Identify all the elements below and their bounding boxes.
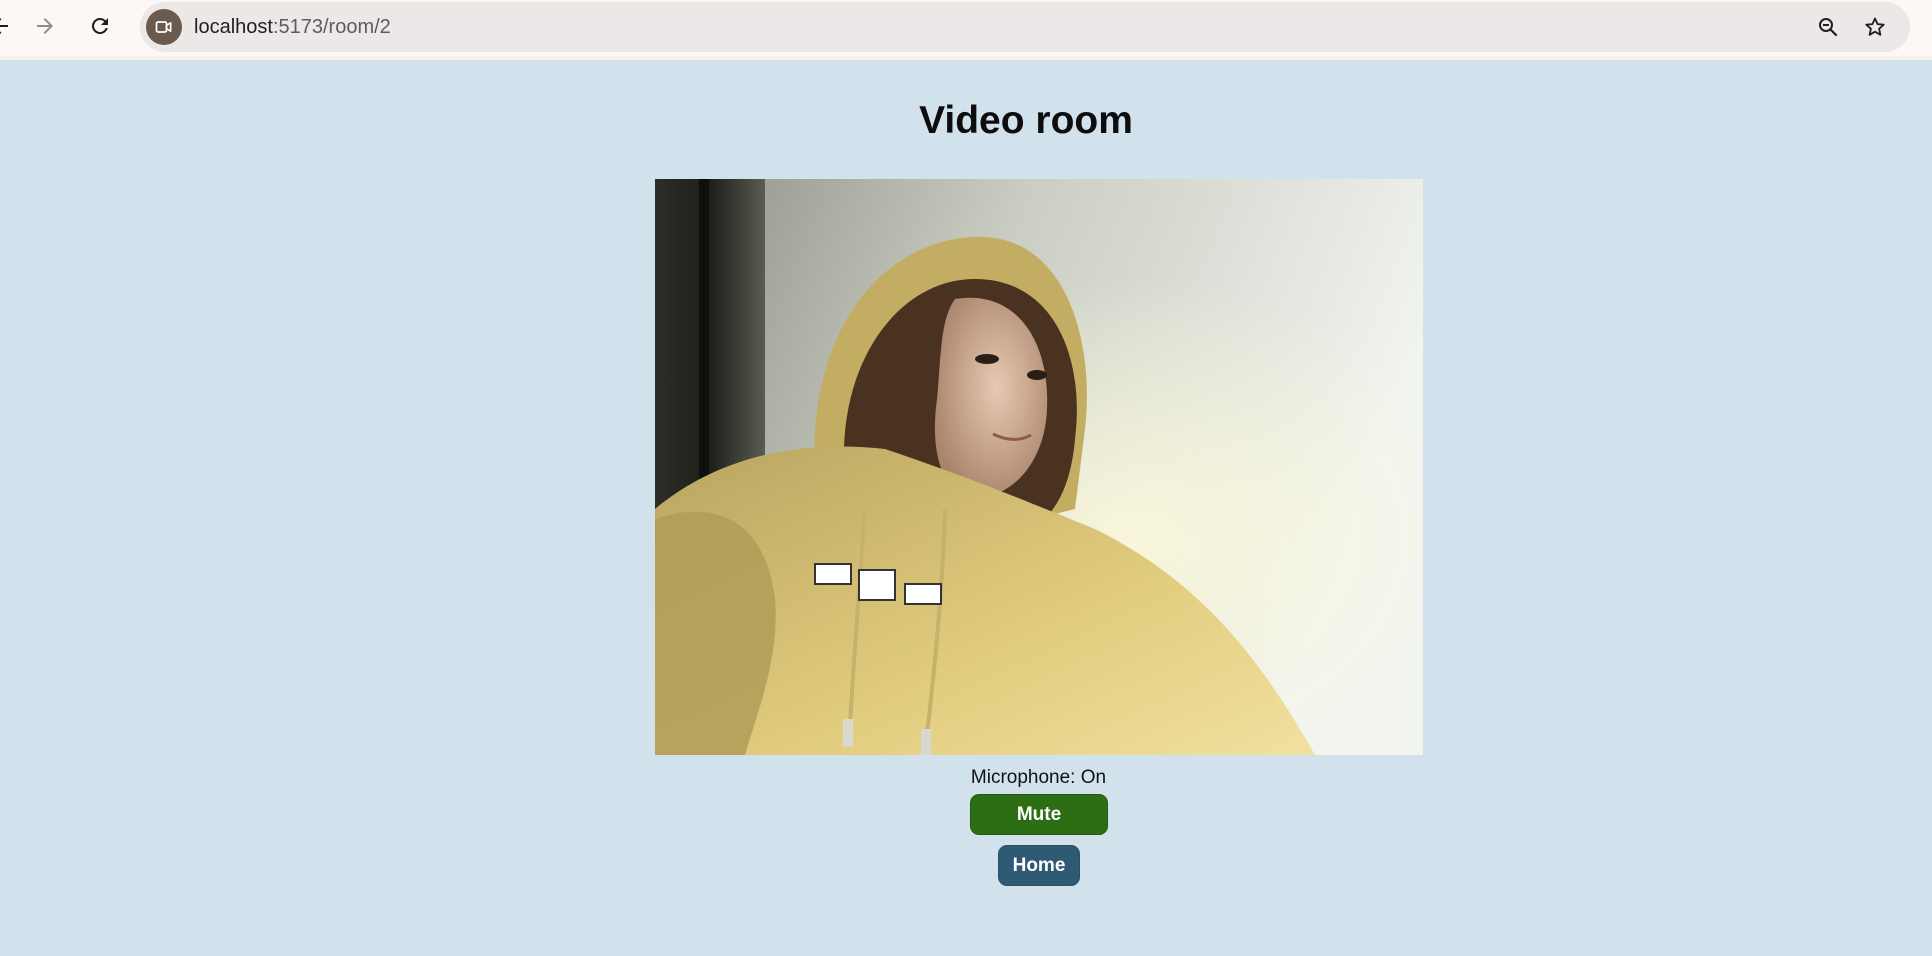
microphone-status: Microphone: On bbox=[970, 767, 1107, 788]
page-title: Video room bbox=[919, 99, 1133, 142]
reload-icon bbox=[92, 17, 108, 34]
site-info-button[interactable] bbox=[146, 9, 182, 45]
home-button[interactable]: Home bbox=[998, 845, 1080, 886]
url-host: localhost bbox=[194, 16, 273, 38]
star-icon bbox=[1865, 17, 1885, 36]
browser-toolbar: localhost:5173/room/2 bbox=[0, 0, 1932, 60]
forward-button[interactable] bbox=[27, 8, 63, 44]
arrow-left-icon bbox=[0, 18, 8, 34]
webcam-video-feed bbox=[655, 179, 1423, 755]
arrow-right-icon bbox=[37, 18, 53, 34]
zoom-button[interactable] bbox=[1812, 11, 1844, 43]
mute-button[interactable]: Mute bbox=[970, 794, 1108, 835]
url-text[interactable]: localhost:5173/room/2 bbox=[194, 2, 391, 52]
back-button[interactable] bbox=[0, 8, 18, 44]
address-bar[interactable]: localhost:5173/room/2 bbox=[140, 2, 1910, 52]
zoom-out-icon bbox=[1819, 18, 1838, 37]
bookmark-button[interactable] bbox=[1859, 11, 1891, 43]
reload-button[interactable] bbox=[82, 8, 118, 44]
url-path: :5173/room/2 bbox=[272, 16, 391, 38]
video-camera-icon bbox=[155, 21, 172, 33]
local-video bbox=[655, 179, 1423, 755]
